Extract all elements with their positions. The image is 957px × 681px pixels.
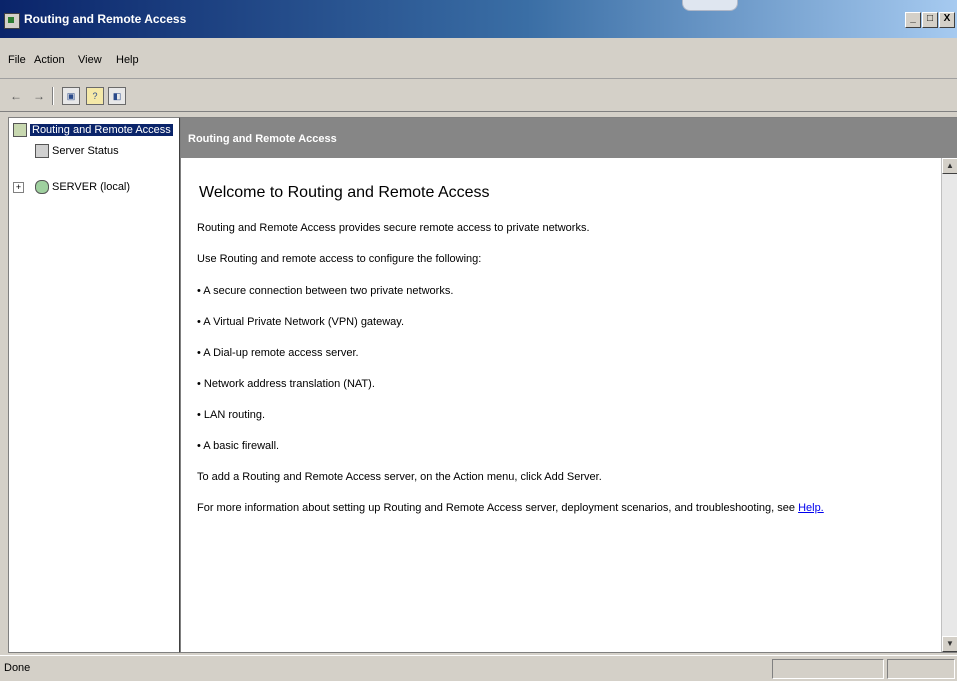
tree-root-label: Routing and Remote Access xyxy=(30,124,173,136)
status-panel xyxy=(887,659,955,679)
scroll-down-icon[interactable]: ▼ xyxy=(942,636,957,652)
toolbar-separator xyxy=(52,87,54,105)
toolbar: ← → ▣ ? ◧ xyxy=(0,79,957,112)
tree-item-label: Server Status xyxy=(52,145,119,157)
status-text: Done xyxy=(4,662,31,674)
bullet-item: • A secure connection between two privat… xyxy=(197,285,454,297)
window-title: Routing and Remote Access xyxy=(24,12,187,26)
status-bar: Done xyxy=(0,655,957,681)
close-button[interactable]: X xyxy=(939,12,955,28)
scroll-up-icon[interactable]: ▲ xyxy=(942,158,957,174)
caption-buttons: _ □ X xyxy=(905,12,955,28)
tree-item-server-status[interactable]: Server Status xyxy=(35,143,119,159)
bullet-item: • A Virtual Private Network (VPN) gatewa… xyxy=(197,316,405,328)
maximize-button[interactable]: □ xyxy=(922,12,938,28)
use-text: Use Routing and remote access to configu… xyxy=(197,253,482,265)
vertical-scrollbar[interactable]: ▲ ▼ xyxy=(941,158,957,652)
title-bar: Routing and Remote Access _ □ X xyxy=(0,0,957,38)
server-icon xyxy=(35,180,49,195)
tree-item-root[interactable]: Routing and Remote Access xyxy=(13,122,173,138)
back-arrow-icon[interactable]: ← xyxy=(10,89,22,103)
details-pane: Routing and Remote Access Welcome to Rou… xyxy=(180,117,957,653)
more-info-label: For more information about setting up Ro… xyxy=(197,502,799,514)
menu-file[interactable]: File xyxy=(8,54,26,66)
minimize-button[interactable]: _ xyxy=(905,12,921,28)
welcome-content: Welcome to Routing and Remote Access Rou… xyxy=(181,158,942,652)
tree-item-server-local[interactable]: SERVER (local) xyxy=(35,179,130,195)
menu-help[interactable]: Help xyxy=(116,54,139,66)
bullet-item: • A Dial-up remote access server. xyxy=(197,347,359,359)
status-panel xyxy=(772,659,884,679)
show-hide-action-pane-icon[interactable]: ◧ xyxy=(108,87,126,105)
expand-toggle[interactable]: + xyxy=(13,182,24,193)
console-tree: Routing and Remote Access Server Status … xyxy=(8,117,181,653)
content-header: Routing and Remote Access xyxy=(181,118,957,158)
server-status-icon xyxy=(35,144,49,159)
intro-text: Routing and Remote Access provides secur… xyxy=(197,222,590,234)
bullet-item: • Network address translation (NAT). xyxy=(197,378,375,390)
page-title: Welcome to Routing and Remote Access xyxy=(199,184,490,201)
menu-bar: File Action View Help xyxy=(0,38,957,79)
bullet-item: • A basic firewall. xyxy=(197,440,280,452)
show-hide-console-tree-icon[interactable]: ▣ xyxy=(62,87,80,105)
bullet-item: • LAN routing. xyxy=(197,409,266,421)
title-bar-tab xyxy=(682,0,738,11)
more-info-text: For more information about setting up Ro… xyxy=(197,502,824,514)
forward-arrow-icon[interactable]: → xyxy=(33,89,45,103)
tree-item-label: SERVER (local) xyxy=(52,181,131,193)
help-icon[interactable]: ? xyxy=(86,87,104,105)
help-link[interactable]: Help. xyxy=(798,502,824,514)
routing-icon xyxy=(13,123,27,138)
menu-action[interactable]: Action xyxy=(34,54,65,66)
add-server-text: To add a Routing and Remote Access serve… xyxy=(197,471,602,483)
app-icon xyxy=(4,13,20,29)
menu-view[interactable]: View xyxy=(78,54,102,66)
content-header-title: Routing and Remote Access xyxy=(188,133,337,145)
